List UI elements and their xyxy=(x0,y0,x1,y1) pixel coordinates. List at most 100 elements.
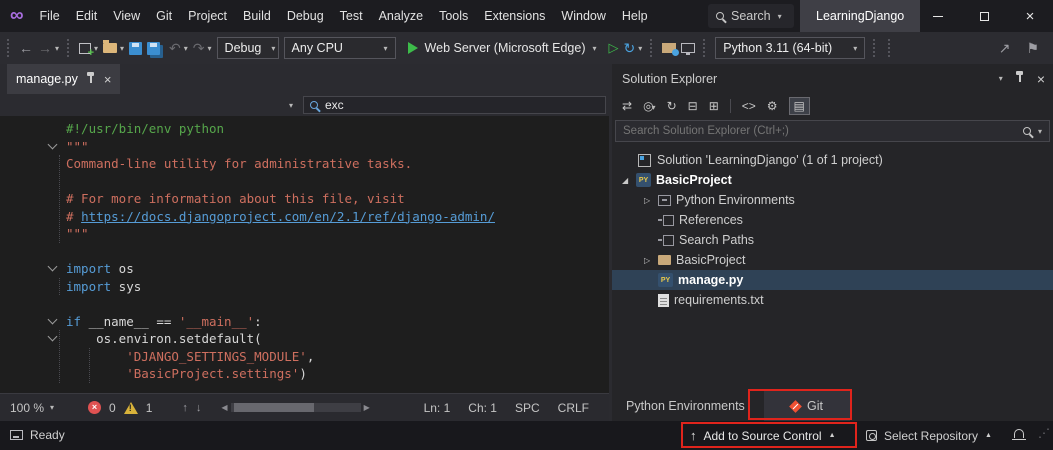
code-line[interactable]: # https://docs.djangoproject.com/en/2.1/… xyxy=(0,208,609,226)
code-area[interactable]: #!/usr/bin/env python"""Command-line uti… xyxy=(0,116,609,393)
code-hyperlink[interactable]: https://docs.djangoproject.com/en/2.1/re… xyxy=(81,209,495,224)
code-line[interactable]: if __name__ == '__main__': xyxy=(0,313,609,331)
menu-tools[interactable]: Tools xyxy=(431,9,476,23)
zoom-level[interactable]: 100 % xyxy=(10,401,44,415)
feedback-icon[interactable] xyxy=(10,430,23,440)
navigate-back-icon[interactable]: ← xyxy=(19,41,33,55)
solution-platforms-dropdown[interactable]: Any CPU ▾ xyxy=(284,37,396,59)
navbar-scope-dropdown[interactable]: ▾ xyxy=(0,101,303,110)
start-debugging-button[interactable]: Web Server (Microsoft Edge) ▾ xyxy=(401,36,604,60)
code-line[interactable]: """ xyxy=(0,138,609,156)
toolbar-grip[interactable] xyxy=(7,39,11,57)
navbar-search-input[interactable] xyxy=(325,98,575,112)
toolbar-grip[interactable] xyxy=(703,39,707,57)
solution-search-input[interactable] xyxy=(623,125,1016,137)
solution-configurations-dropdown[interactable]: Debug ▾ xyxy=(217,37,279,59)
feedback-flag-icon[interactable]: ⚑ xyxy=(1026,41,1039,55)
select-repository-button[interactable]: Select Repository ▲ xyxy=(866,421,992,450)
tree-item-references[interactable]: References xyxy=(612,210,1053,230)
menu-file[interactable]: File xyxy=(32,9,68,23)
code-line[interactable]: os.environ.setdefault( xyxy=(0,330,609,348)
menu-debug[interactable]: Debug xyxy=(279,9,332,23)
collapse-all-icon[interactable]: ⊟ xyxy=(688,99,698,113)
notifications-bell-icon[interactable] xyxy=(1014,429,1024,438)
new-project-icon[interactable] xyxy=(79,43,91,54)
close-panel-icon[interactable]: × xyxy=(1037,71,1045,87)
menu-analyze[interactable]: Analyze xyxy=(371,9,431,23)
chevron-down-icon[interactable]: ▾ xyxy=(184,44,188,53)
error-icon[interactable]: × xyxy=(88,401,101,414)
navbar-member-search[interactable] xyxy=(303,96,606,114)
undo-icon[interactable]: ↶ xyxy=(169,41,181,55)
pin-icon[interactable] xyxy=(90,76,92,83)
show-all-files-icon[interactable]: ▤ xyxy=(789,97,810,115)
share-icon[interactable]: ↗ xyxy=(999,41,1011,55)
close-tab-icon[interactable]: × xyxy=(104,72,112,87)
tab-manage-py[interactable]: manage.py × xyxy=(7,64,120,94)
code-line[interactable]: import sys xyxy=(0,278,609,296)
collapsed-arrow-icon[interactable]: ▷ xyxy=(644,256,658,265)
redo-icon[interactable]: ↷ xyxy=(193,41,205,55)
close-button[interactable]: × xyxy=(1007,0,1053,32)
code-line[interactable]: #!/usr/bin/env python xyxy=(0,120,609,138)
code-line[interactable] xyxy=(0,295,609,313)
menu-git[interactable]: Git xyxy=(148,9,180,23)
error-count[interactable]: 0 xyxy=(109,401,116,415)
code-line[interactable]: # For more information about this file, … xyxy=(0,190,609,208)
scrollbar-track[interactable] xyxy=(231,403,361,412)
open-folder-icon[interactable] xyxy=(103,43,117,53)
navigate-forward-icon[interactable]: → xyxy=(38,41,52,55)
code-line[interactable]: 'BasicProject.settings') xyxy=(0,365,609,383)
sync-with-active-document-icon[interactable]: ⇄ xyxy=(622,99,632,113)
warning-icon[interactable] xyxy=(124,402,138,414)
prev-issue-icon[interactable]: ↑ xyxy=(182,402,188,414)
maximize-button[interactable] xyxy=(961,0,1007,32)
warning-count[interactable]: 1 xyxy=(146,401,153,415)
window-position-caret-icon[interactable]: ▾ xyxy=(999,74,1003,83)
titlebar-search[interactable]: Search ▾ xyxy=(708,4,794,28)
properties-icon[interactable]: ⚙ xyxy=(767,99,778,113)
attach-process-icon[interactable] xyxy=(681,43,695,53)
toolbar-grip[interactable] xyxy=(873,39,877,57)
menu-help[interactable]: Help xyxy=(614,9,656,23)
code-line[interactable]: Command-line utility for administrative … xyxy=(0,155,609,173)
tree-item-basicproject[interactable]: ◢PYBasicProject xyxy=(612,170,1053,190)
code-line[interactable] xyxy=(0,243,609,261)
save-icon[interactable] xyxy=(129,42,142,55)
tab-git[interactable]: Git xyxy=(764,391,850,421)
resize-grip[interactable]: ⋰ xyxy=(1038,426,1050,440)
toolbar-grip[interactable] xyxy=(650,39,654,57)
start-without-debugging-icon[interactable]: ▷ xyxy=(609,41,619,55)
code-line[interactable] xyxy=(0,173,609,191)
code-line[interactable]: import os xyxy=(0,260,609,278)
tree-item-search-paths[interactable]: Search Paths xyxy=(612,230,1053,250)
chevron-down-icon[interactable]: ▾ xyxy=(94,44,98,53)
toolbar-grip[interactable] xyxy=(67,39,71,57)
next-issue-icon[interactable]: ↓ xyxy=(196,402,202,414)
menu-window[interactable]: Window xyxy=(553,9,613,23)
menu-extensions[interactable]: Extensions xyxy=(476,9,553,23)
minimize-button[interactable] xyxy=(915,0,961,32)
scrollbar-thumb[interactable] xyxy=(234,403,314,412)
navigation-caret-icon[interactable]: ▾ xyxy=(55,44,59,53)
tree-item-manage-py[interactable]: PYmanage.py xyxy=(612,270,1053,290)
view-code-icon[interactable]: <> xyxy=(742,99,756,113)
chevron-down-icon[interactable]: ▾ xyxy=(1038,127,1042,136)
tree-item-basicproject-folder[interactable]: ▷BasicProject xyxy=(612,250,1053,270)
tree-item-python-environments[interactable]: ▷Python Environments xyxy=(612,190,1053,210)
add-to-source-control-button[interactable]: ↑ Add to Source Control ▲ xyxy=(690,421,836,450)
code-line[interactable]: 'DJANGO_SETTINGS_MODULE', xyxy=(0,348,609,366)
spaces-indicator[interactable]: SPC xyxy=(515,401,540,415)
solution-explorer-search[interactable]: ▾ xyxy=(615,120,1050,142)
pin-icon[interactable] xyxy=(1019,75,1021,82)
collapsed-arrow-icon[interactable]: ▷ xyxy=(644,196,658,205)
scroll-right-icon[interactable]: ▶ xyxy=(364,403,370,412)
chevron-down-icon[interactable]: ▾ xyxy=(638,44,642,53)
toolbar-grip[interactable] xyxy=(888,39,892,57)
chevron-down-icon[interactable]: ▾ xyxy=(208,44,212,53)
tab-python-environments[interactable]: Python Environments xyxy=(618,391,753,421)
tree-item-requirements-txt[interactable]: requirements.txt xyxy=(612,290,1053,310)
copy-icon[interactable]: ⊞ xyxy=(709,99,719,113)
menu-edit[interactable]: Edit xyxy=(68,9,106,23)
scroll-left-icon[interactable]: ◀ xyxy=(221,403,227,412)
